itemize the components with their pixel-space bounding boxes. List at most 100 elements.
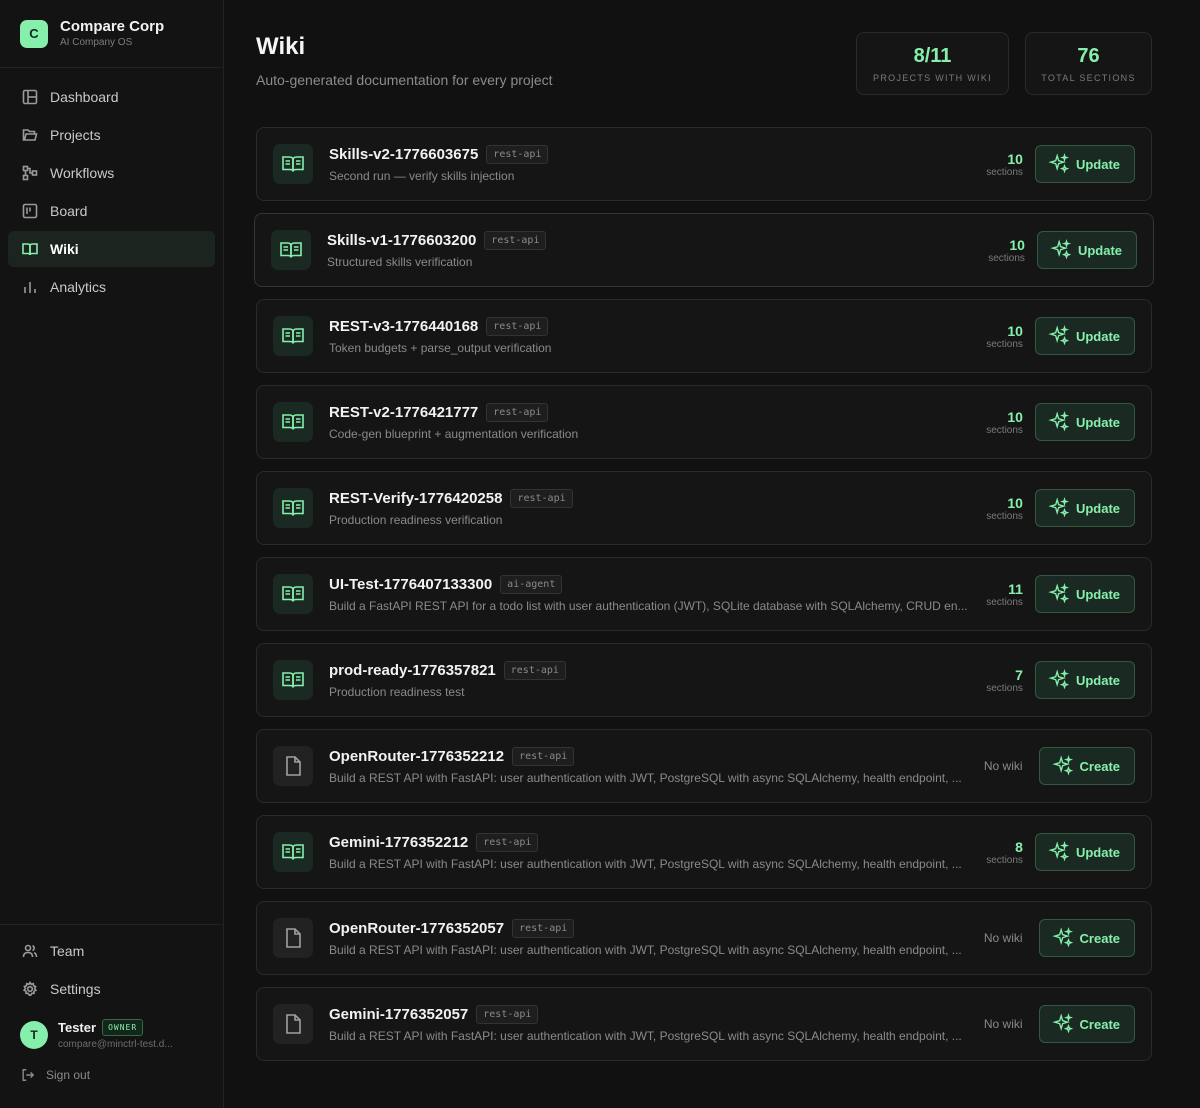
book-icon	[21, 240, 39, 258]
project-card[interactable]: UI-Test-1776407133300 ai-agent Build a F…	[256, 557, 1152, 631]
update-wiki-button[interactable]: Update	[1034, 145, 1135, 183]
project-card[interactable]: OpenRouter-1776352212 rest-api Build a R…	[256, 729, 1152, 803]
project-name[interactable]: REST-v2-1776421777	[329, 404, 478, 421]
update-wiki-button[interactable]: Update	[1034, 661, 1135, 699]
sign-out-label: Sign out	[46, 1068, 91, 1082]
button-label: Create	[1079, 1016, 1120, 1032]
sections-label: sections	[986, 682, 1023, 694]
project-name[interactable]: prod-ready-1776357821	[329, 662, 496, 679]
project-description: Build a REST API with FastAPI: user auth…	[329, 1029, 962, 1043]
stat-value: 8/11	[913, 45, 952, 67]
project-tag: rest-api	[476, 1005, 539, 1024]
book-open-icon	[271, 230, 311, 270]
sections-label: sections	[986, 338, 1023, 350]
update-wiki-button[interactable]: Update	[1034, 403, 1135, 441]
project-card[interactable]: REST-v2-1776421777 rest-api Code-gen blu…	[256, 385, 1152, 459]
sidebar-item-settings[interactable]: Settings	[8, 971, 215, 1007]
project-name[interactable]: Skills-v2-1776603675	[329, 146, 478, 163]
stat-value: 76	[1077, 45, 1100, 67]
project-description: Build a REST API with FastAPI: user auth…	[329, 771, 962, 785]
sparkles-icon	[1051, 927, 1080, 949]
project-card[interactable]: Gemini-1776352212 rest-api Build a REST …	[256, 815, 1152, 889]
sidebar-item-label: Projects	[50, 127, 101, 143]
project-name[interactable]: Skills-v1-1776603200	[327, 232, 476, 249]
sidebar-item-dashboard[interactable]: Dashboard	[8, 79, 215, 115]
no-wiki-status: No wiki	[983, 931, 1023, 945]
sidebar-item-label: Settings	[50, 981, 101, 997]
project-card[interactable]: Skills-v2-1776603675 rest-api Second run…	[256, 127, 1152, 201]
sections-number: 7	[1015, 666, 1023, 683]
brand[interactable]: C Compare Corp AI Company OS	[0, 0, 223, 68]
sections-number: 10	[1007, 322, 1023, 339]
button-label: Update	[1075, 414, 1120, 430]
project-name[interactable]: Gemini-1776352212	[329, 834, 468, 851]
update-wiki-button[interactable]: Update	[1034, 575, 1135, 613]
sections-label: sections	[988, 252, 1025, 264]
stat-label: PROJECTS WITH WIKI	[873, 73, 992, 83]
users-icon	[21, 942, 39, 960]
project-tag: rest-api	[512, 919, 575, 938]
sections-label: sections	[986, 510, 1023, 522]
sections-label: sections	[986, 166, 1023, 178]
file-icon	[273, 918, 313, 958]
sections-label: sections	[986, 424, 1023, 436]
sidebar-item-label: Wiki	[50, 241, 79, 257]
sections-count: 7 sections	[986, 667, 1023, 694]
project-description: Code-gen blueprint + augmentation verifi…	[329, 427, 579, 441]
project-tag: rest-api	[503, 661, 566, 680]
update-wiki-button[interactable]: Update	[1036, 231, 1137, 269]
project-card[interactable]: REST-Verify-1776420258 rest-api Producti…	[256, 471, 1152, 545]
create-wiki-button[interactable]: Create	[1038, 919, 1135, 957]
sections-number: 10	[1009, 236, 1025, 253]
sparkles-icon	[1051, 755, 1080, 777]
project-tag: rest-api	[486, 403, 549, 422]
project-card[interactable]: Gemini-1776352057 rest-api Build a REST …	[256, 987, 1152, 1061]
sections-count: 11 sections	[986, 581, 1023, 608]
sections-count: 10 sections	[986, 323, 1023, 350]
project-name[interactable]: REST-v3-1776440168	[329, 318, 478, 335]
project-name[interactable]: Gemini-1776352057	[329, 1006, 468, 1023]
project-card[interactable]: REST-v3-1776440168 rest-api Token budget…	[256, 299, 1152, 373]
sidebar-item-workflows[interactable]: Workflows	[8, 155, 215, 191]
create-wiki-button[interactable]: Create	[1038, 747, 1135, 785]
brand-subtitle: AI Company OS	[60, 36, 133, 48]
page-subtitle: Auto-generated documentation for every p…	[256, 72, 553, 88]
sidebar-item-label: Board	[50, 203, 88, 219]
create-wiki-button[interactable]: Create	[1038, 1005, 1135, 1043]
book-open-icon	[273, 316, 313, 356]
project-card[interactable]: OpenRouter-1776352057 rest-api Build a R…	[256, 901, 1152, 975]
sidebar-item-projects[interactable]: Projects	[8, 117, 215, 153]
project-description: Build a REST API with FastAPI: user auth…	[329, 857, 962, 871]
sparkles-icon	[1048, 153, 1076, 175]
project-tag: ai-agent	[500, 575, 563, 594]
project-card[interactable]: prod-ready-1776357821 rest-api Productio…	[256, 643, 1152, 717]
sections-count: 10 sections	[986, 151, 1023, 178]
project-name[interactable]: OpenRouter-1776352212	[329, 748, 504, 765]
update-wiki-button[interactable]: Update	[1034, 317, 1135, 355]
sidebar-item-wiki[interactable]: Wiki	[8, 231, 215, 267]
sections-number: 10	[1007, 408, 1023, 425]
project-name[interactable]: REST-Verify-1776420258	[329, 490, 502, 507]
sections-count: 10 sections	[986, 495, 1023, 522]
brand-name: Compare Corp	[60, 17, 165, 35]
project-card[interactable]: Skills-v1-1776603200 rest-api Structured…	[254, 213, 1154, 287]
button-label: Update	[1075, 500, 1120, 516]
sidebar-item-board[interactable]: Board	[8, 193, 215, 229]
main-content: Wiki Auto-generated documentation for ev…	[254, 32, 1154, 1061]
update-wiki-button[interactable]: Update	[1034, 489, 1135, 527]
sidebar-item-team[interactable]: Team	[8, 933, 215, 969]
project-name[interactable]: UI-Test-1776407133300	[329, 576, 492, 593]
sidebar-item-analytics[interactable]: Analytics	[8, 269, 215, 305]
folder-icon	[21, 126, 39, 144]
sign-out-button[interactable]: Sign out	[8, 1068, 215, 1082]
stat-total-sections: 76 TOTAL SECTIONS	[1025, 32, 1152, 95]
book-open-icon	[273, 144, 313, 184]
sparkles-icon	[1051, 1013, 1080, 1035]
project-name[interactable]: OpenRouter-1776352057	[329, 920, 504, 937]
sparkles-icon	[1048, 583, 1076, 605]
book-open-icon	[273, 402, 313, 442]
sparkles-icon	[1048, 411, 1076, 433]
update-wiki-button[interactable]: Update	[1034, 833, 1135, 871]
user-profile[interactable]: T Tester OWNER compare@minctrl-test.d...	[8, 1011, 215, 1050]
bar-chart-icon	[21, 278, 39, 296]
